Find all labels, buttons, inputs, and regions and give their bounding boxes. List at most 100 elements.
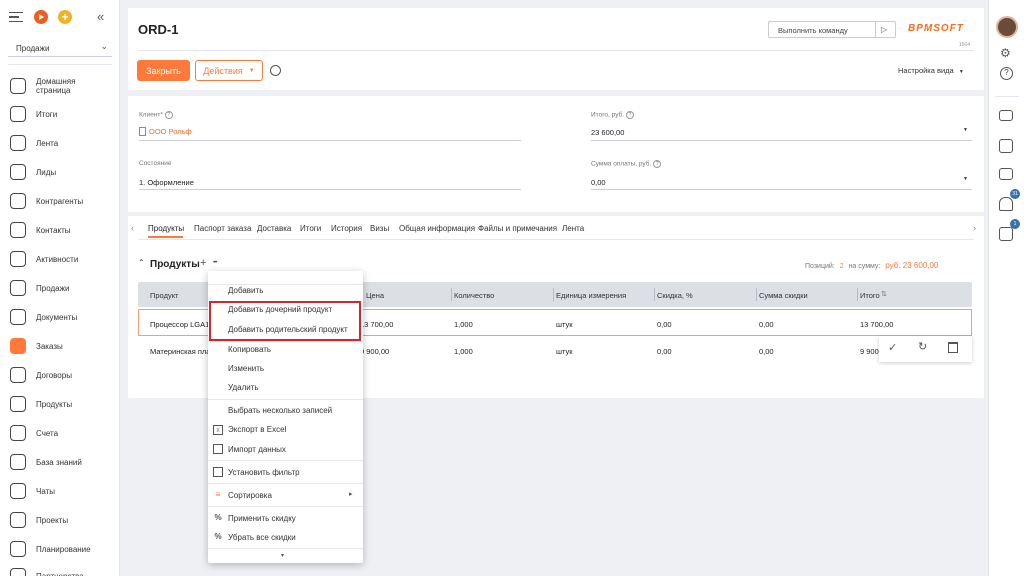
tab-2[interactable]: Доставка [257, 224, 291, 233]
tab-1[interactable]: Паспорт заказа [194, 224, 251, 233]
tab-8[interactable]: Лента [562, 224, 584, 233]
help-icon[interactable]: ? [653, 160, 662, 168]
add-plus-icon[interactable]: + [58, 10, 72, 24]
menu-item-apply-discount[interactable]: Применить скидку [228, 514, 296, 523]
confirm-check-icon[interactable]: ✓ [888, 341, 897, 354]
table-cell: 9 900,00 [360, 347, 390, 356]
menu-scroll-down-icon[interactable]: ▾ [281, 552, 284, 559]
help-circle-icon[interactable]: ? [1000, 67, 1013, 80]
chat-bubble-icon[interactable] [999, 168, 1013, 180]
tab-6[interactable]: Общая информация [399, 224, 475, 233]
tab-5[interactable]: Визы [370, 224, 389, 233]
client-field[interactable]: ООО Рольф [139, 127, 192, 137]
sidebar-item-home[interactable]: Домашняя страница [0, 75, 120, 97]
product-icon [10, 396, 26, 412]
command-input[interactable]: Выполнить команду ▷ [768, 21, 896, 38]
sidebar-item-label: Лиды [36, 167, 57, 177]
close-button[interactable]: Закрыть [137, 60, 190, 81]
positions-summary: Позиций: 2 на сумму: руб. 23 600,00 [805, 261, 939, 270]
workplace-label: Продажи [16, 44, 50, 53]
mail-icon[interactable] [999, 110, 1013, 121]
hamburger-menu-icon[interactable] [9, 12, 23, 22]
menu-item-delete[interactable]: Удалить [228, 383, 259, 392]
sidebar-item-knowledge[interactable]: База знаний [0, 451, 120, 473]
tab-0[interactable]: Продукты [148, 224, 184, 233]
sidebar-item-product[interactable]: Продукты [0, 393, 120, 415]
tag-icon[interactable] [270, 65, 281, 76]
sidebar-item-partners[interactable]: Партнерства [0, 565, 120, 576]
tab-7[interactable]: Файлы и примечания [478, 224, 557, 233]
view-settings-button[interactable]: Настройка вида ▼ [898, 66, 964, 75]
submenu-arrow-icon: ▸ [349, 491, 353, 498]
column-header[interactable]: Количество [454, 291, 494, 300]
refresh-icon[interactable]: ↻ [918, 340, 927, 353]
column-separator [553, 288, 554, 301]
more-actions-button[interactable]: ••• [213, 260, 217, 266]
sidebar-item-check-circle[interactable]: Планирование [0, 538, 120, 560]
right-rail: ⚙ ? 31 1 [988, 0, 1024, 576]
sidebar-item-contract[interactable]: Договоры [0, 364, 120, 386]
rail-divider [995, 96, 1019, 97]
help-icon[interactable]: ? [164, 111, 173, 119]
bell-icon[interactable] [999, 197, 1013, 211]
menu-item-select-multiple[interactable]: Выбрать несколько записей [228, 406, 332, 415]
total-value[interactable]: 23 600,00 [591, 128, 624, 137]
process-play-icon[interactable] [34, 10, 48, 24]
sidebar-item-opportunity[interactable]: Продажи [0, 277, 120, 299]
sidebar-item-account[interactable]: Контрагенты [0, 190, 120, 212]
sidebar-item-document[interactable]: Документы [0, 306, 120, 328]
menu-item-export-excel[interactable]: Экспорт в Excel [228, 425, 286, 434]
column-header[interactable]: Единица измерения [556, 291, 626, 300]
products-collapse-icon[interactable]: ⌃ [138, 258, 145, 267]
column-separator [654, 288, 655, 301]
sidebar-item-label: Договоры [36, 370, 72, 380]
menu-item-set-filter[interactable]: Установить фильтр [228, 468, 300, 477]
total-caret-icon[interactable]: ▼ [963, 127, 968, 133]
column-header[interactable]: Цена [366, 291, 384, 300]
sidebar-item-feed[interactable]: Лента [0, 132, 120, 154]
sort-icon[interactable]: ⇅ [881, 290, 887, 298]
sidebar-item-star[interactable]: Проекты [0, 509, 120, 531]
run-command-icon[interactable]: ▷ [881, 25, 887, 34]
actions-button[interactable]: Действия ▼ [195, 60, 263, 81]
column-header[interactable]: Скидка, % [657, 291, 693, 300]
copy-icon[interactable] [999, 139, 1013, 153]
menu-item-edit[interactable]: Изменить [228, 364, 264, 373]
tasks-check-icon[interactable] [999, 227, 1013, 241]
table-cell: 0,00 [759, 320, 774, 329]
trash-icon[interactable] [948, 342, 958, 353]
menu-item-copy[interactable]: Копировать [228, 345, 271, 354]
sidebar-item-contact[interactable]: Контакты [0, 219, 120, 241]
menu-item-remove-discounts[interactable]: Убрать все скидки [228, 533, 296, 542]
document-icon [10, 309, 26, 325]
paid-caret-icon[interactable]: ▼ [963, 176, 968, 182]
column-header[interactable]: Сумма скидки [759, 291, 808, 300]
sidebar-item-label: Счета [36, 428, 59, 438]
menu-item-import[interactable]: Импорт данных [228, 445, 286, 454]
collapse-sidebar-icon[interactable]: « [97, 9, 104, 24]
state-value[interactable]: 1. Оформление [139, 178, 194, 187]
sidebar-item-chat[interactable]: Чаты [0, 480, 120, 502]
menu-item-sort[interactable]: Сортировка [228, 491, 272, 500]
column-header[interactable]: Итого [860, 291, 880, 300]
avatar[interactable] [996, 16, 1018, 38]
column-header[interactable]: Продукт [150, 291, 179, 300]
table-cell: 13 700,00 [860, 320, 894, 329]
sidebar-item-label: Чаты [36, 486, 56, 496]
workplace-select[interactable]: Продажи ⌄ [8, 40, 112, 57]
sidebar-item-pie-chart[interactable]: Итоги [0, 103, 120, 125]
sidebar-item-invoice[interactable]: Счета [0, 422, 120, 444]
knowledge-icon [10, 454, 26, 470]
sidebar-item-cart[interactable]: Заказы [0, 335, 120, 357]
tab-4[interactable]: История [331, 224, 362, 233]
sidebar-item-lead[interactable]: Лиды [0, 161, 120, 183]
gear-icon[interactable]: ⚙ [1000, 46, 1011, 60]
tabs-scroll-right-icon[interactable]: › [973, 223, 976, 233]
tabs-scroll-left-icon[interactable]: ‹ [131, 223, 134, 233]
tab-3[interactable]: Итоги [300, 224, 321, 233]
sidebar-item-flag[interactable]: Активности [0, 248, 120, 270]
help-icon[interactable]: ? [625, 111, 634, 119]
paid-value[interactable]: 0,00 [591, 178, 606, 187]
add-product-button[interactable]: + [200, 257, 206, 269]
menu-item-add[interactable]: Добавить [228, 286, 263, 295]
